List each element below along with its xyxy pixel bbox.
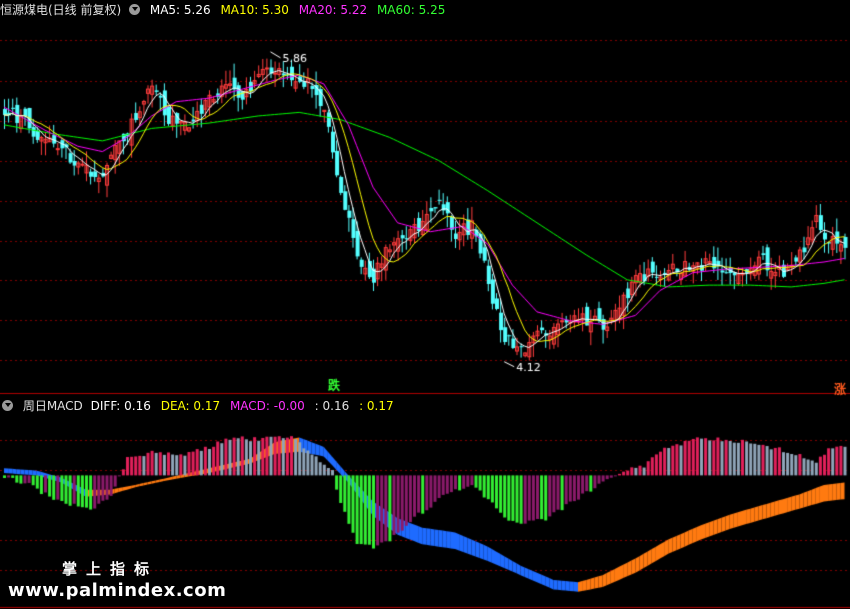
stock-chart-canvas[interactable] [0,0,850,609]
chevron-down-icon[interactable] [129,4,141,15]
ma20-value: MA20: 5.22 [298,3,368,17]
price-legend: 恒源煤电(日线 前复权) MA5: 5.26 MA10: 5.30 MA20: … [0,1,451,19]
macd-legend: 周日MACD DIFF: 0.16 DEA: 0.17 MACD: -0.00 … [0,397,400,415]
watermark-url: www.palmindex.com [8,580,227,601]
dea-value: DEA: 0.17 [160,399,221,413]
ma5-value: MA5: 5.26 [149,3,211,17]
chevron-down-icon[interactable] [2,400,13,411]
macd-title: 周日MACD [22,399,83,413]
macd-value: MACD: -0.00 [229,399,305,413]
ma60-value: MA60: 5.25 [376,3,446,17]
extra-value-2: : 0.17 [359,399,394,413]
watermark-title: 掌上指标 [62,560,159,578]
diff-value: DIFF: 0.16 [90,399,151,413]
stock-title: 恒源煤电(日线 前复权) [0,3,122,17]
ma10-value: MA10: 5.30 [220,3,289,17]
extra-value-1: : 0.16 [314,399,350,413]
